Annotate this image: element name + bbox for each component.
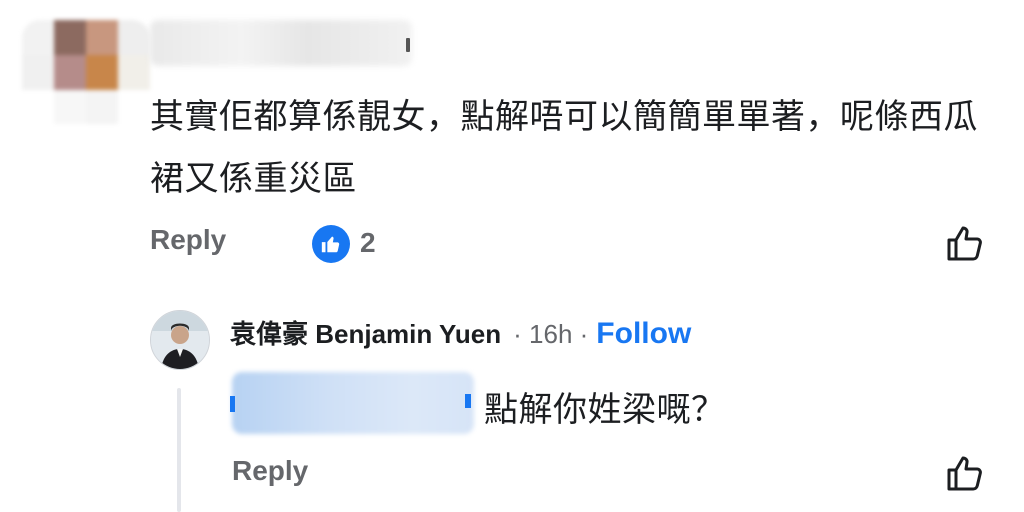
comments-view: 其實佢都算係靚女，點解唔可以簡簡單單著，呢條西瓜裙又係重災區 Reply 2 袁… xyxy=(0,0,1024,512)
thumbs-up-outline-icon[interactable] xyxy=(945,453,985,493)
like-reaction-icon[interactable] xyxy=(312,225,350,263)
reply-header: 袁偉豪 Benjamin Yuen · 16h · Follow xyxy=(230,314,691,351)
reply-author-name[interactable]: 袁偉豪 Benjamin Yuen xyxy=(230,314,501,351)
mention-blurred-edge-right xyxy=(465,394,471,408)
mention-blurred[interactable] xyxy=(232,372,474,434)
mention-blurred-edge-left xyxy=(230,396,235,412)
reply-author-avatar[interactable] xyxy=(150,310,210,370)
reply-text: 點解你姓梁嘅？ xyxy=(484,390,726,430)
commenter-avatar-blurred[interactable] xyxy=(22,20,150,124)
reply-timestamp[interactable]: · 16h · xyxy=(513,319,588,350)
avatar-photo xyxy=(151,311,209,369)
reply-reply-button[interactable]: Reply xyxy=(232,455,308,487)
commenter-name-blurred[interactable] xyxy=(150,20,412,66)
comment-text: 其實佢都算係靚女，點解唔可以簡簡單單著，呢條西瓜裙又係重災區 xyxy=(150,97,978,199)
thumbs-up-outline-icon[interactable] xyxy=(945,223,985,263)
reaction-count[interactable]: 2 xyxy=(360,227,376,259)
thread-line xyxy=(177,388,181,512)
thumbs-up-icon xyxy=(321,236,340,253)
commenter-name-blurred-edge xyxy=(406,38,410,52)
comment-reply-button[interactable]: Reply xyxy=(150,224,226,256)
follow-button[interactable]: Follow xyxy=(596,317,691,351)
